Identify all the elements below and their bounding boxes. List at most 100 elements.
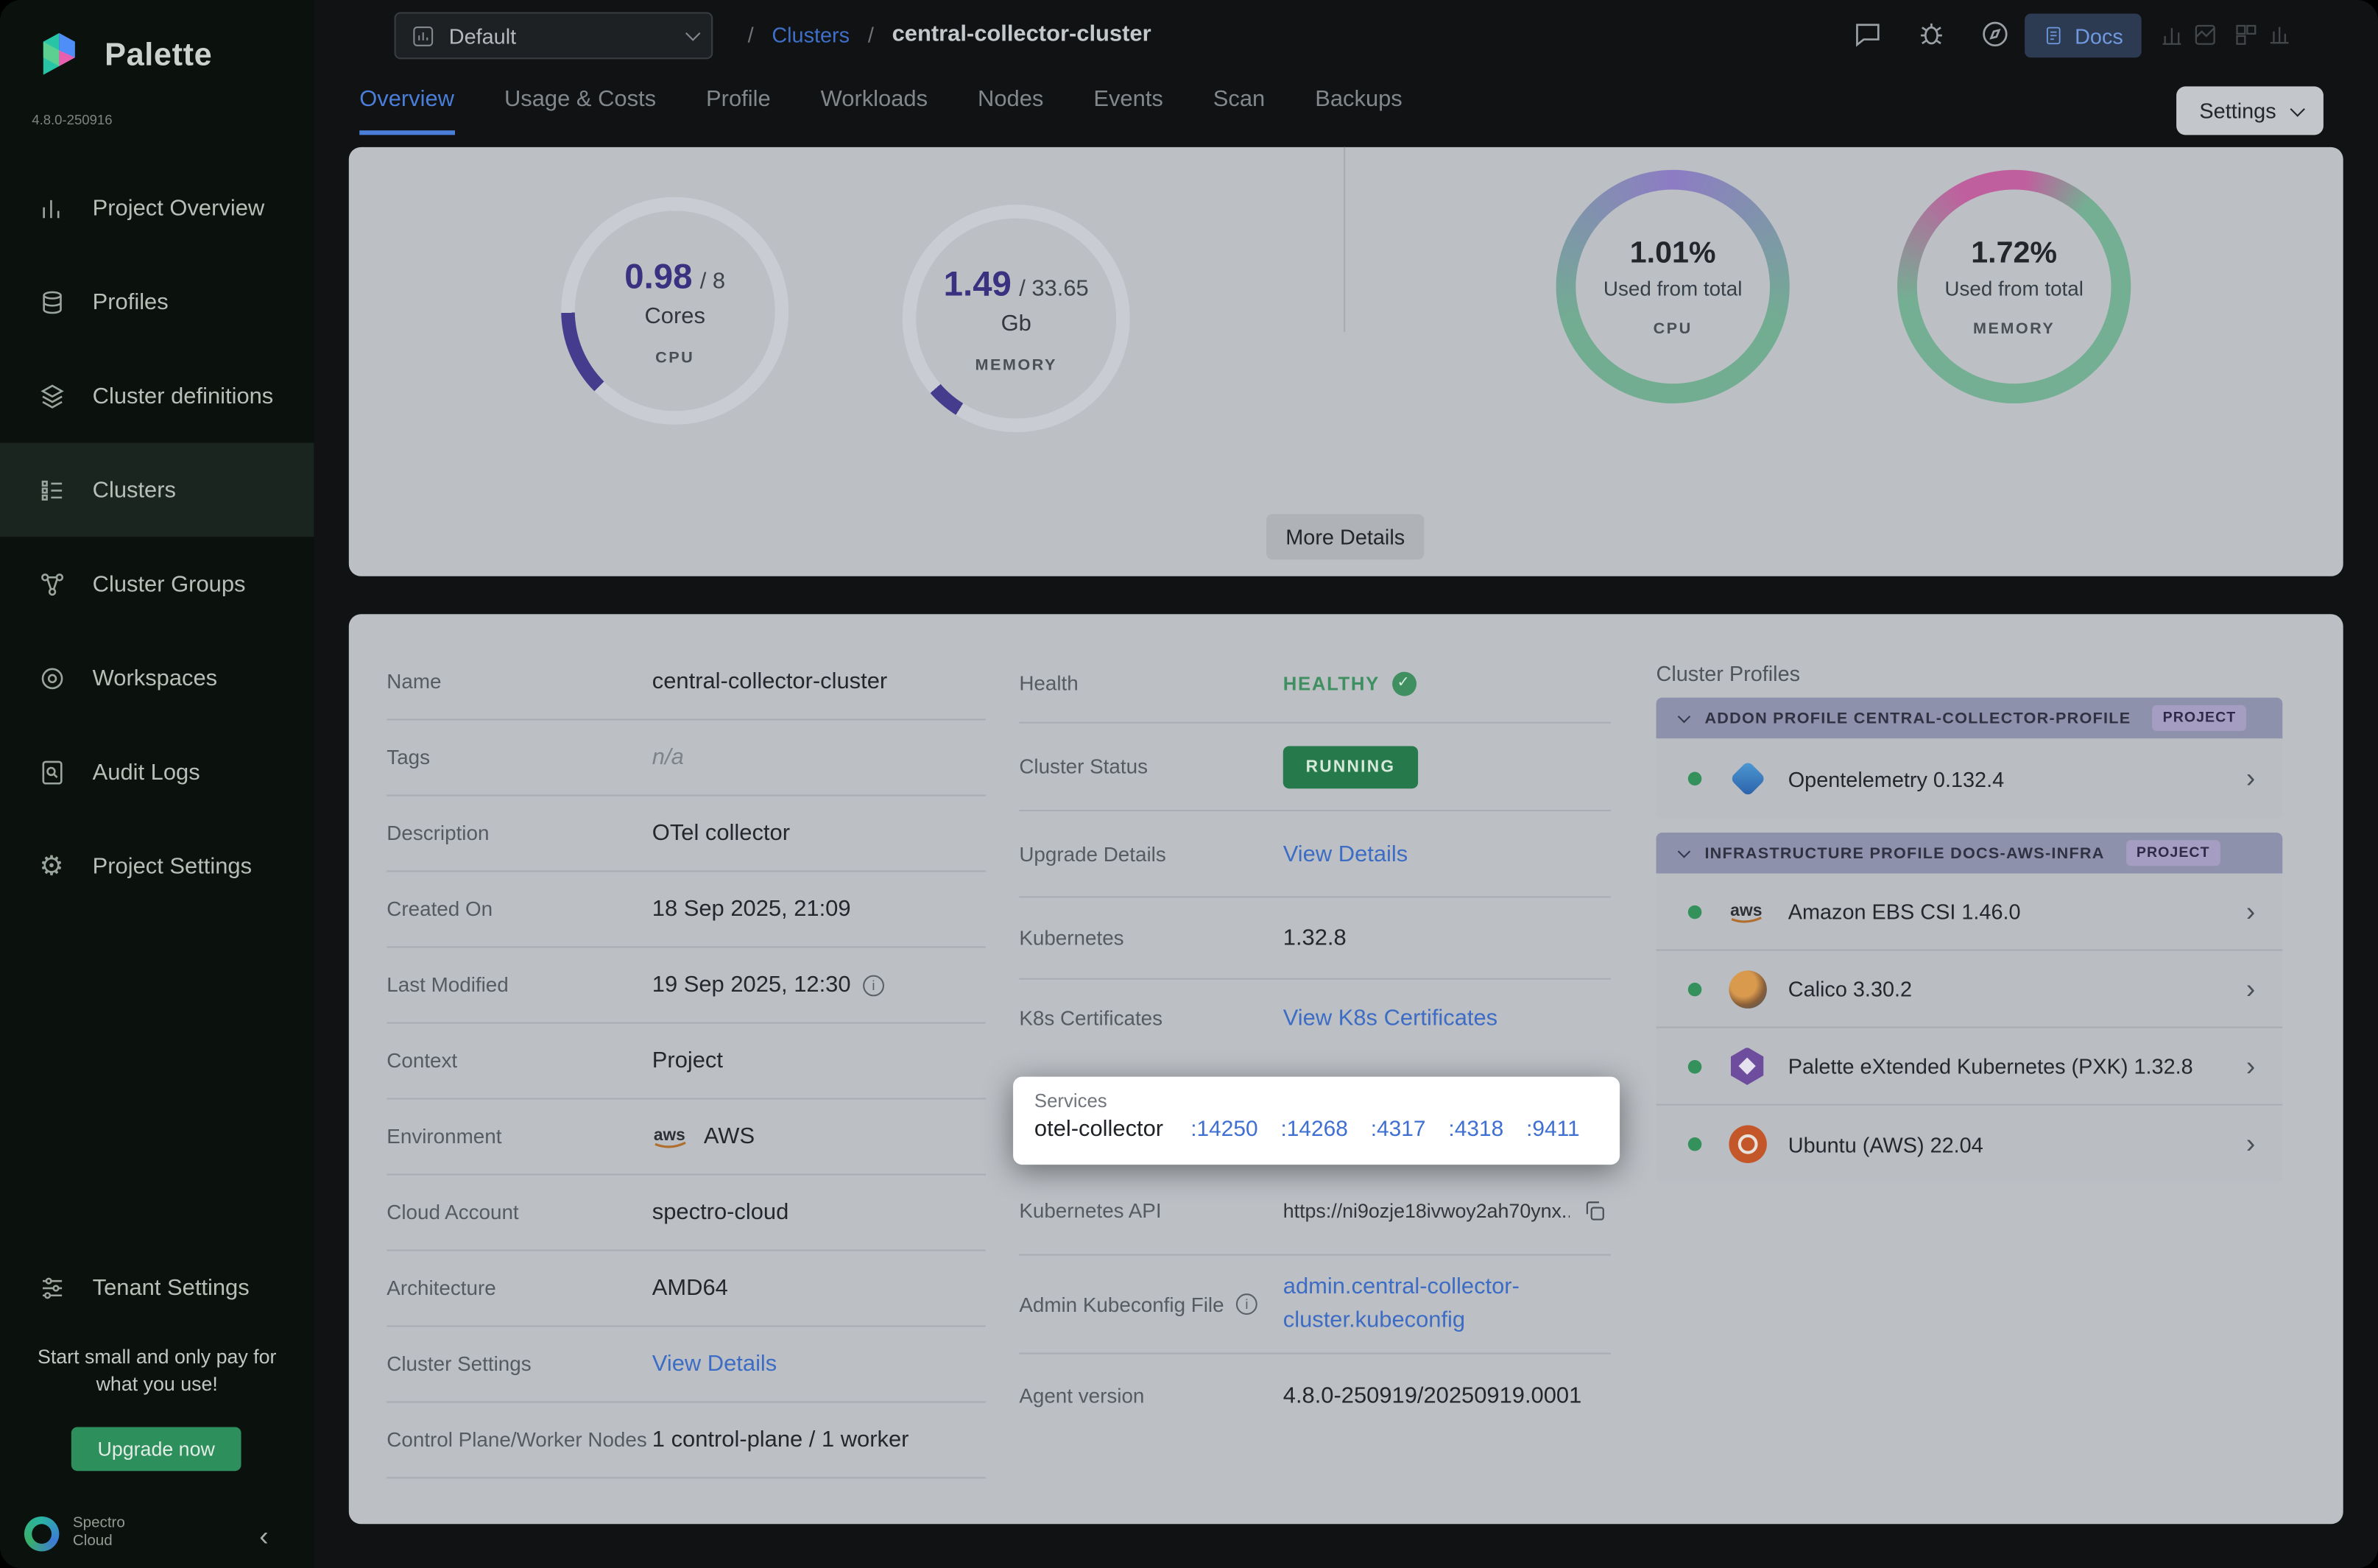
upgrade-details-row: Upgrade Details View Details <box>1019 811 1610 897</box>
sliders-icon <box>36 1272 66 1302</box>
sidebar-item-profiles[interactable]: Profiles <box>0 255 314 349</box>
services-panel: Services otel-collector :14250 :14268 :4… <box>1013 1077 1620 1165</box>
toolbar-extra-icon <box>2187 17 2223 53</box>
sidebar-item-label: Profiles <box>93 289 169 314</box>
info-icon[interactable]: i <box>1236 1293 1257 1315</box>
tab-backups[interactable]: Backups <box>1315 86 1403 135</box>
toolbar-extra-icon <box>2228 17 2264 53</box>
spectro-cloud-brand: Spectro Cloud <box>73 1515 149 1551</box>
addon-profile-header[interactable]: ADDON PROFILE CENTRAL-COLLECTOR-PROFILE … <box>1657 698 2283 739</box>
health-status: HEALTHY ✓ <box>1283 671 1416 696</box>
compass-icon[interactable] <box>1976 15 2012 52</box>
tab-profile[interactable]: Profile <box>706 86 771 135</box>
docs-button[interactable]: Docs <box>2025 14 2141 58</box>
infra-profile-header[interactable]: INFRASTRUCTURE PROFILE DOCS-AWS-INFRA PR… <box>1657 833 2283 874</box>
upgrade-details-link[interactable]: View Details <box>1283 841 1408 866</box>
kubernetes-api-value: https://ni9ozje18ivwoy2ah70ynx... <box>1283 1199 1570 1222</box>
sidebar-item-project-settings[interactable]: ⚙ Project Settings <box>0 819 314 913</box>
service-port-link[interactable]: :14250 <box>1190 1117 1257 1141</box>
detail-row: Cluster Settings View Details <box>387 1327 986 1403</box>
breadcrumb: / Clusters / central-collector-cluster <box>748 21 1151 47</box>
chevron-right-icon: › <box>2246 1129 2255 1160</box>
sidebar-item-clusters[interactable]: Clusters <box>0 443 314 537</box>
sidebar-item-tenant-settings[interactable]: Tenant Settings <box>0 1256 314 1320</box>
sidebar-item-audit-logs[interactable]: Audit Logs <box>0 725 314 819</box>
profile-pack-row[interactable]: Palette eXtended Kubernetes (PXK) 1.32.8… <box>1657 1028 2283 1106</box>
detail-row: Cloud Account spectro-cloud <box>387 1176 986 1251</box>
sidebar-item-cluster-groups[interactable]: Cluster Groups <box>0 537 314 631</box>
created-on-value: 18 Sep 2025, 21:09 <box>652 896 851 922</box>
calico-icon <box>1727 969 1767 1009</box>
nodes-count-value: 1 control-plane / 1 worker <box>652 1427 909 1452</box>
sidebar-collapse-icon[interactable]: ‹ <box>259 1522 268 1550</box>
tab-nodes[interactable]: Nodes <box>978 86 1043 135</box>
k8s-certificates-link[interactable]: View K8s Certificates <box>1283 1005 1497 1031</box>
upgrade-now-button[interactable]: Upgrade now <box>71 1427 241 1471</box>
cluster-settings-link[interactable]: View Details <box>652 1351 777 1377</box>
main-area: Default / Clusters / central-collector-c… <box>314 0 2378 1568</box>
app-name: Palette <box>105 38 212 74</box>
chevron-right-icon: › <box>2246 763 2255 794</box>
service-port-link[interactable]: :9411 <box>1526 1117 1580 1141</box>
tab-overview[interactable]: Overview <box>359 86 454 135</box>
palette-logo-icon <box>30 27 88 85</box>
app-window: Palette 4.8.0-250916 Project Overview Pr… <box>0 0 2378 1568</box>
chevron-down-icon <box>1678 710 1690 722</box>
tab-scan[interactable]: Scan <box>1213 86 1265 135</box>
nodes-icon <box>36 569 66 599</box>
sidebar-item-project-overview[interactable]: Project Overview <box>0 160 314 255</box>
kubernetes-version: 1.32.8 <box>1283 925 1347 951</box>
sidebar-nav: Project Overview Profiles Cluster defini… <box>0 160 314 913</box>
status-dot <box>1688 982 1702 996</box>
cpu-total-donut: 1.01% Used from total CPU <box>1556 170 1790 403</box>
cluster-status-list: Health HEALTHY ✓ Cluster Status RUNNING … <box>1019 645 1610 1438</box>
svg-text:aws: aws <box>654 1125 685 1144</box>
service-port-link[interactable]: :14268 <box>1280 1117 1347 1141</box>
profile-pack-row[interactable]: aws Amazon EBS CSI 1.46.0 › <box>1657 874 2283 951</box>
aws-icon: aws <box>1727 891 1767 931</box>
project-selector[interactable]: Default <box>395 12 713 59</box>
service-port-link[interactable]: :4317 <box>1371 1117 1426 1141</box>
tab-workloads[interactable]: Workloads <box>821 86 928 135</box>
sidebar-item-cluster-definitions[interactable]: Cluster definitions <box>0 349 314 443</box>
sidebar-item-label: Tenant Settings <box>93 1274 250 1300</box>
profile-pack-row[interactable]: Opentelemetry 0.132.4 › <box>1657 738 2283 819</box>
context-value: Project <box>652 1048 723 1073</box>
info-icon[interactable]: i <box>863 975 884 996</box>
details-card: Name central-collector-cluster Tags n/a … <box>349 614 2343 1524</box>
services-title: Services <box>1034 1090 1598 1112</box>
tab-usage-costs[interactable]: Usage & Costs <box>504 86 656 135</box>
target-icon <box>36 663 66 693</box>
profile-pack-row[interactable]: Calico 3.30.2 › <box>1657 951 2283 1028</box>
sidebar-item-workspaces[interactable]: Workspaces <box>0 631 314 725</box>
check-icon: ✓ <box>1391 671 1416 696</box>
copy-icon[interactable] <box>1578 1194 1611 1227</box>
sidebar: Palette 4.8.0-250916 Project Overview Pr… <box>0 0 314 1568</box>
status-dot <box>1688 1137 1702 1151</box>
kubeconfig-download-link[interactable]: admin.central-collector-cluster.kubeconf… <box>1283 1271 1553 1338</box>
tab-events[interactable]: Events <box>1093 86 1162 135</box>
docs-button-label: Docs <box>2075 24 2123 48</box>
chat-icon[interactable] <box>1849 15 1885 52</box>
kubernetes-api-row: Kubernetes API https://ni9ozje18ivwoy2ah… <box>1019 1168 1610 1255</box>
agent-version-value: 4.8.0-250919/20250919.0001 <box>1283 1383 1582 1409</box>
aws-icon: aws <box>652 1123 692 1149</box>
settings-button-label: Settings <box>2199 99 2276 123</box>
settings-button[interactable]: Settings <box>2176 86 2324 135</box>
service-port-link[interactable]: :4318 <box>1448 1117 1503 1141</box>
cpu-total-label: CPU <box>1603 319 1743 338</box>
cluster-status-row: Cluster Status RUNNING <box>1019 724 1610 811</box>
breadcrumb-clusters-link[interactable]: Clusters <box>772 22 850 46</box>
sidebar-item-label: Audit Logs <box>93 759 200 785</box>
cpu-usage-value: 0.98 <box>624 255 692 297</box>
detail-row: Architecture AMD64 <box>387 1251 986 1327</box>
description-value: OTel collector <box>652 820 790 846</box>
bug-icon[interactable] <box>1913 15 1949 52</box>
profile-pack-row[interactable]: Ubuntu (AWS) 22.04 › <box>1657 1106 2283 1183</box>
kubernetes-row: Kubernetes 1.32.8 <box>1019 898 1610 980</box>
detail-row: Control Plane/Worker Nodes 1 control-pla… <box>387 1403 986 1479</box>
layers-icon <box>36 381 66 411</box>
more-details-button[interactable]: More Details <box>1266 514 1424 559</box>
cluster-profiles-title: Cluster Profiles <box>1657 661 1801 685</box>
memory-usage-donut: 1.49 / 33.65 Gb MEMORY <box>903 205 1130 432</box>
